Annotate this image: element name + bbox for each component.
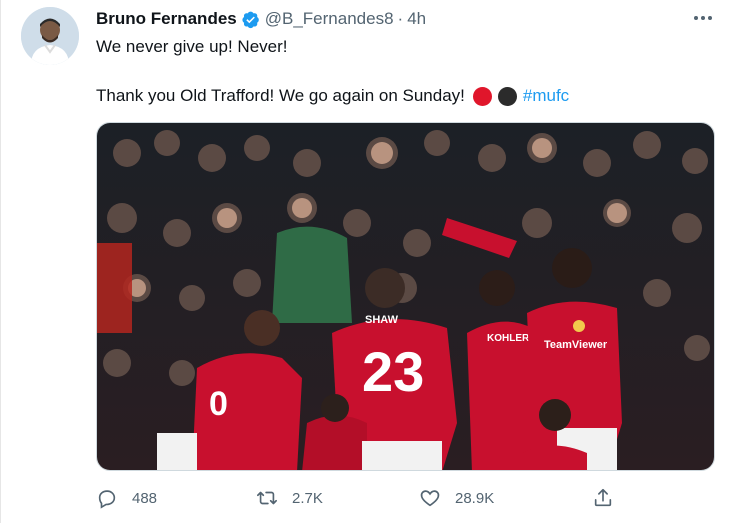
retweet-button[interactable]: 2.7K [256,484,323,512]
red-circle-emoji [472,86,492,106]
svg-text:KOHLER: KOHLER [487,333,530,344]
tweet-text-line-2: Thank you Old Trafford! We go again on S… [96,86,465,105]
tweet-card: Bruno Fernandes @B_Fernandes8 · 4h We ne… [0,0,750,523]
tweet-header: Bruno Fernandes @B_Fernandes8 · 4h [96,7,426,31]
like-button[interactable]: 28.9K [419,484,494,512]
like-count: 28.9K [455,489,495,507]
tweet-timestamp[interactable]: 4h [407,9,426,29]
share-button[interactable] [592,484,614,512]
tweet-text-line-1: We never give up! Never! [96,37,288,56]
author-handle[interactable]: @B_Fernandes8 [265,9,394,29]
reply-button[interactable]: 488 [96,484,157,512]
heart-icon [420,490,440,507]
tweet-actions-bar: 488 2.7K 28.9K [96,484,656,512]
svg-text:TeamViewer: TeamViewer [544,339,608,351]
tweet-photo[interactable]: 0 SHAW 23 KOHLER TeamViewer 6 [96,122,715,471]
retweet-count: 2.7K [292,489,323,507]
hashtag-link[interactable]: #mufc [523,85,569,107]
svg-text:0: 0 [209,385,228,423]
avatar[interactable] [21,7,79,65]
share-icon [594,488,612,507]
more-options-icon[interactable] [692,7,714,29]
svg-text:SHAW: SHAW [365,314,399,326]
header-separator: · [397,9,404,28]
black-circle-emoji [497,86,517,106]
author-name[interactable]: Bruno Fernandes [96,9,237,29]
tweet-text-line-2-container: Thank you Old Trafford! We go again on S… [96,85,569,107]
retweet-icon [257,491,277,505]
svg-text:23: 23 [362,340,424,403]
reply-icon [98,490,116,509]
verified-badge-icon [241,10,260,29]
reply-count: 488 [132,489,158,507]
